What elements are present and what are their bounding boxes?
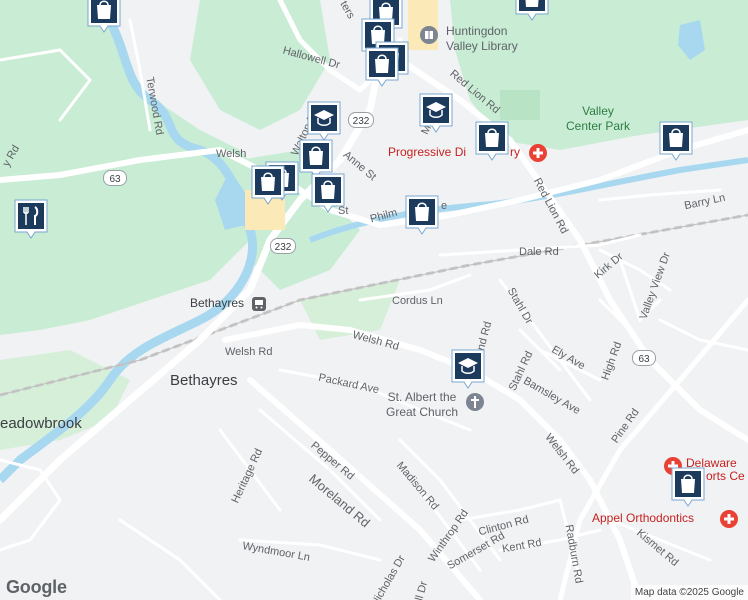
- shopping-bag-icon[interactable]: [658, 120, 694, 164]
- cross-icon[interactable]: [720, 510, 738, 528]
- route-232-shield: 232: [348, 112, 374, 128]
- shopping-bag-icon[interactable]: [86, 0, 122, 36]
- google-logo: Google: [6, 577, 67, 597]
- svg-text:63: 63: [109, 174, 121, 185]
- poi-label-progressive-end[interactable]: ry: [510, 146, 520, 158]
- road-label-welsh-rd: Welsh Rd: [225, 346, 273, 358]
- shopping-bag-icon[interactable]: [250, 164, 286, 208]
- svg-text:232: 232: [353, 116, 370, 127]
- town-label-meadowbrook: eadowbrook: [0, 415, 82, 432]
- sports-field: [500, 90, 540, 120]
- road-label-dale: Dale Rd: [519, 246, 559, 258]
- route-232-shield: 232: [270, 238, 296, 254]
- poi-label-appel[interactable]: Appel Orthodontics: [592, 512, 694, 524]
- graduation-cap-icon[interactable]: [450, 348, 486, 392]
- map-attribution: Map data ©2025 Google: [630, 585, 748, 600]
- poi-label-library[interactable]: Huntingdon Valley Library: [446, 24, 536, 54]
- station-label-bethayres[interactable]: Bethayres: [190, 297, 244, 309]
- shopping-bag-icon[interactable]: [514, 0, 550, 24]
- shopping-bag-icon[interactable]: [404, 194, 440, 238]
- church-cross-icon[interactable]: [466, 393, 484, 411]
- fork-knife-icon[interactable]: [13, 198, 49, 242]
- route-63-shield: 63: [103, 170, 127, 186]
- shopping-bag-icon[interactable]: [474, 120, 510, 164]
- map-canvas[interactable]: 63 232 232 63 Welsh Welsh Rd Welsh Rd We…: [0, 0, 748, 600]
- shopping-bag-icon[interactable]: [310, 172, 346, 216]
- svg-text:232: 232: [275, 242, 292, 253]
- shopping-bag-icon[interactable]: [364, 46, 400, 90]
- road-label-philmont-end: e: [441, 200, 448, 212]
- poi-label-park[interactable]: Valley Center Park: [563, 104, 633, 134]
- map-base-layer: [0, 0, 748, 600]
- poi-label-church[interactable]: St. Albert the Great Church: [380, 390, 464, 420]
- graduation-cap-icon[interactable]: [306, 100, 342, 144]
- cross-icon[interactable]: [529, 144, 547, 162]
- graduation-cap-icon[interactable]: [418, 92, 454, 136]
- book-icon[interactable]: [420, 26, 438, 44]
- shopping-bag-icon[interactable]: [670, 466, 706, 510]
- train-icon[interactable]: [250, 295, 268, 313]
- town-label-bethayres: Bethayres: [170, 372, 238, 389]
- road-label-welsh: Welsh: [216, 148, 247, 160]
- poi-label-progressive[interactable]: Progressive Di: [388, 146, 466, 158]
- poi-label-delaware-2[interactable]: orts Ce: [706, 470, 745, 482]
- route-63-shield: 63: [632, 350, 656, 366]
- svg-text:63: 63: [638, 354, 650, 365]
- road-label-cordus: Cordus Ln: [392, 295, 443, 307]
